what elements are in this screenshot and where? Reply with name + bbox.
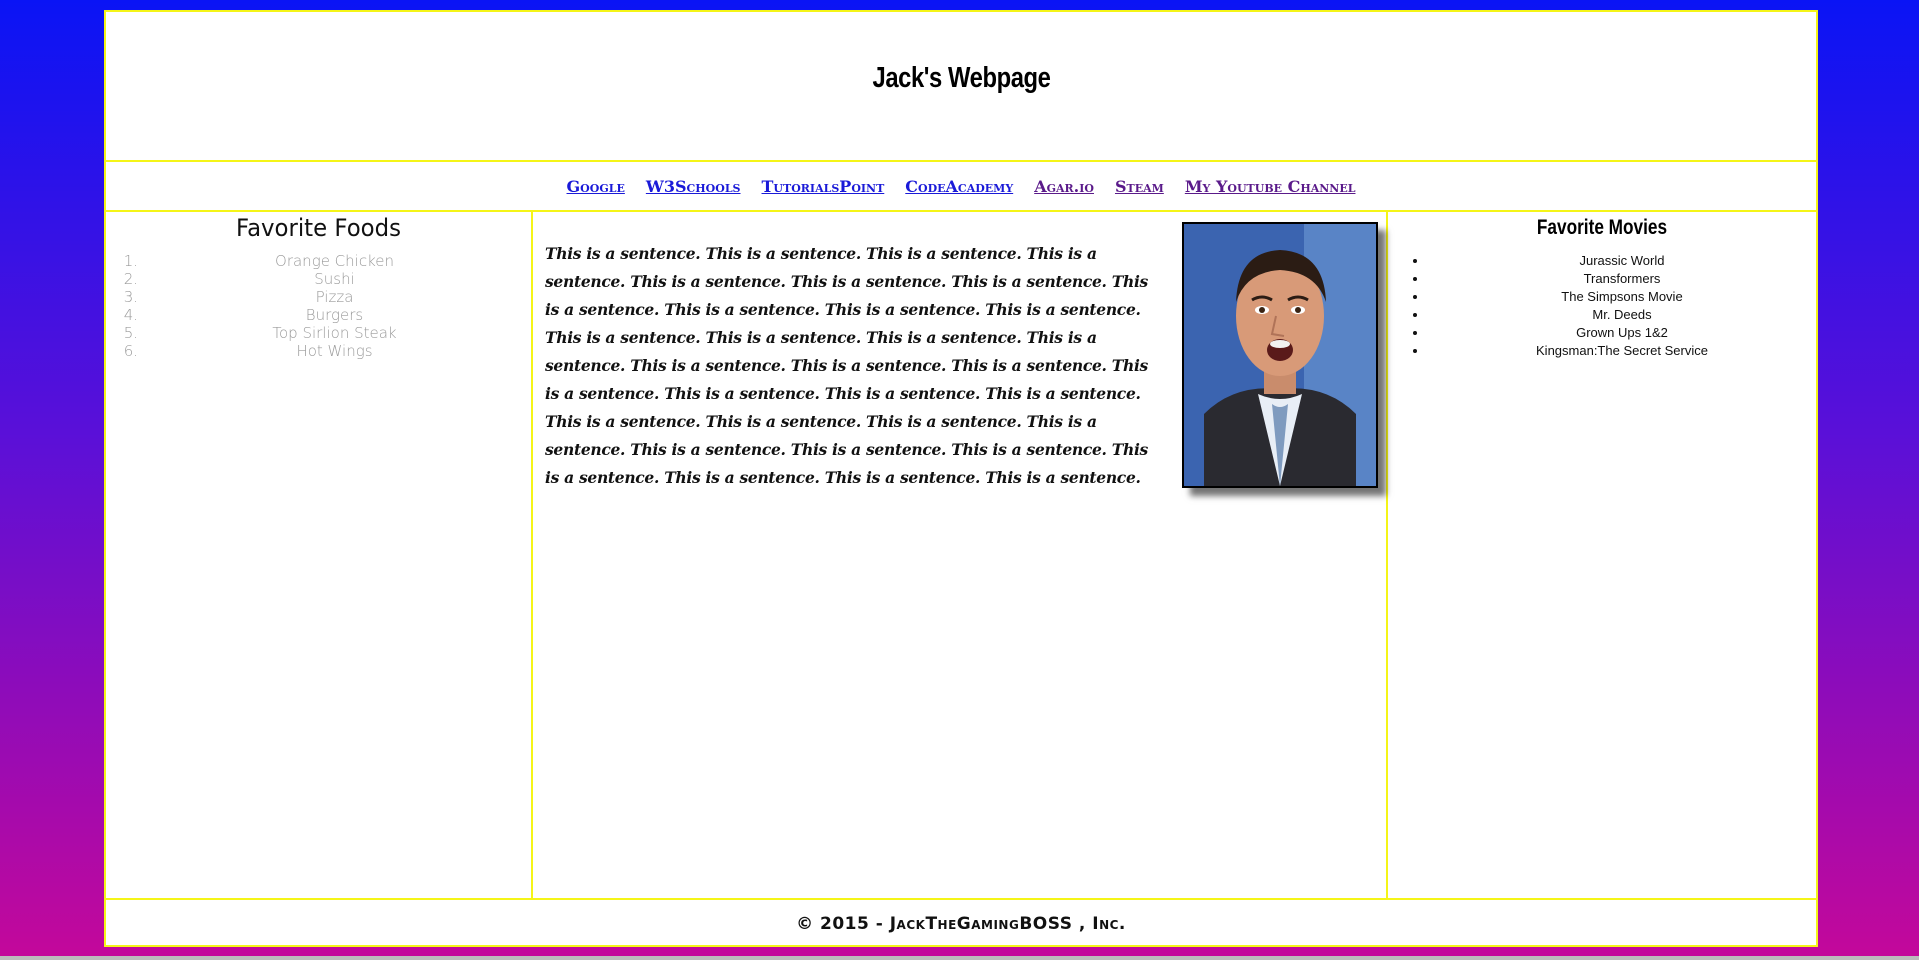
favorite-movies-title: Favorite Movies	[1536, 216, 1668, 239]
list-item: 1. Orange Chicken	[123, 252, 394, 270]
footer: © 2015 - JackTheGamingBOSS , Inc.	[106, 900, 1816, 947]
left-column: Favorite Foods 1. Orange Chicken 2. Sushi …	[106, 212, 533, 898]
page-title: Jack's Webpage	[872, 61, 1050, 94]
nav-bar: Google W3Schools TutorialsPoint CodeAcad…	[106, 162, 1816, 212]
list-item: Grown Ups 1&2	[1428, 324, 1816, 342]
nav-link-tutorialspoint[interactable]: TutorialsPoint	[762, 177, 885, 196]
list-item: 2. Sushi	[123, 270, 355, 288]
content-columns: Favorite Foods 1. Orange Chicken 2. Sushi …	[106, 212, 1816, 900]
nav-link-codeacademy[interactable]: CodeAcademy	[905, 177, 1013, 196]
list-item: 5. Top Sirlion Steak	[123, 324, 397, 342]
taskbar-strip	[0, 956, 1919, 960]
list-item: The Simpsons Movie	[1428, 288, 1816, 306]
right-column: Favorite Movies Jurassic World Transform…	[1388, 212, 1816, 898]
nav-link-google[interactable]: Google	[567, 177, 625, 196]
list-item: 4. Burgers	[123, 306, 364, 324]
header: Jack's Webpage	[106, 12, 1816, 162]
favorite-foods-list: 1. Orange Chicken 2. Sushi 3. Pizza 4. Burge…	[106, 252, 531, 360]
list-item: 6. Hot Wings	[123, 342, 373, 360]
page-container: Jack's Webpage Google W3Schools Tutorial…	[104, 10, 1818, 947]
nav-link-w3schools[interactable]: W3Schools	[646, 177, 741, 196]
favorite-foods-title: Favorite Foods	[236, 214, 401, 242]
main-paragraph: This is a sentence. This is a sentence. …	[545, 243, 1148, 487]
list-item: Jurassic World	[1428, 252, 1816, 270]
list-item: 3. Pizza	[123, 288, 354, 306]
main-column: This is a sentence. This is a sentence. …	[533, 212, 1388, 898]
favorite-movies-list: Jurassic World Transformers The Simpsons…	[1388, 252, 1816, 360]
nav-link-steam[interactable]: Steam	[1115, 177, 1164, 196]
list-item: Transformers	[1428, 270, 1816, 288]
nav-link-agario[interactable]: Agar.io	[1034, 177, 1094, 196]
list-item: Mr. Deeds	[1428, 306, 1816, 324]
nav-link-youtube[interactable]: My Youtube Channel	[1185, 177, 1356, 196]
list-item: Kingsman:The Secret Service	[1428, 342, 1816, 360]
copyright-text: © 2015 - JackTheGamingBOSS , Inc.	[796, 913, 1126, 934]
portrait-image	[1182, 222, 1378, 488]
